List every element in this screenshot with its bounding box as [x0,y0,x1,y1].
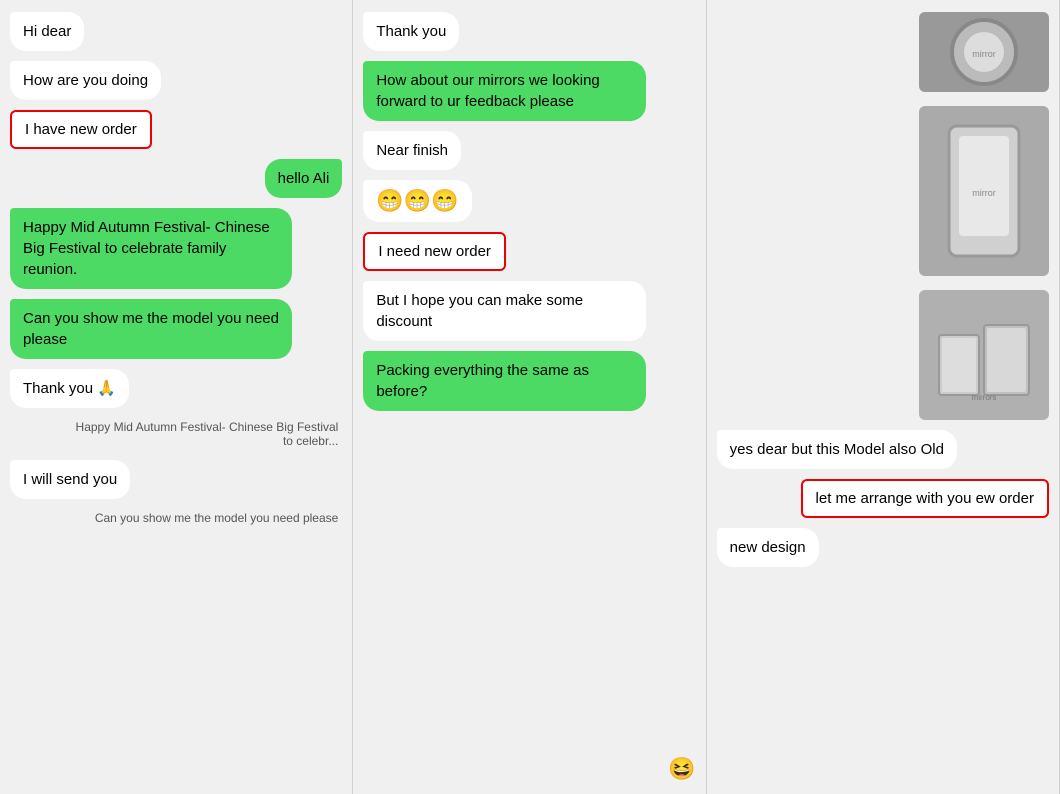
img-mirror-tall: mirror [919,106,1049,276]
msg-need-new-order: I need new order [363,232,506,271]
caption-festival: Happy Mid Autumn Festival- Chinese Big F… [60,418,342,450]
svg-text:mirrors: mirrors [972,393,997,402]
svg-text:mirror: mirror [972,49,996,59]
msg-arrange-order: let me arrange with you ew order [801,479,1049,518]
msg-mirrors-feedback: How about our mirrors we looking forward… [363,61,645,121]
chat-column-2: Thank you How about our mirrors we looki… [353,0,706,794]
msg-thank-you-pray: Thank you 🙏 [10,369,129,408]
msg-discount: But I hope you can make some discount [363,281,645,341]
msg-happy-festival: Happy Mid Autumn Festival- Chinese Big F… [10,208,292,289]
msg-hello-ali: hello Ali [265,159,343,198]
msg-near-finish: Near finish [363,131,461,170]
emoji-icon: 😆 [668,756,695,782]
chat-column-1: Hi dear How are you doing I have new ord… [0,0,353,794]
msg-packing: Packing everything the same as before? [363,351,645,411]
msg-how-are-you: How are you doing [10,61,161,100]
img-mirror-shelf: mirrors [919,290,1049,420]
msg-hi-dear: Hi dear [10,12,84,51]
msg-new-design: new design [717,528,819,567]
msg-will-send: I will send you [10,460,130,499]
msg-thank-you: Thank you [363,12,459,51]
msg-have-new-order: I have new order [10,110,152,149]
msg-old-model: yes dear but this Model also Old [717,430,957,469]
emoji-input-row[interactable]: 😆 [363,752,695,782]
chat-column-3: mirror mirror mirrors yes dear but this … [707,0,1060,794]
msg-emoji-laugh: 😁😁😁 [363,180,471,222]
msg-show-model: Can you show me the model you need pleas… [10,299,292,359]
caption-show-model: Can you show me the model you need pleas… [91,509,343,527]
img-mirror-circle: mirror [919,12,1049,92]
svg-text:mirror: mirror [972,188,996,198]
